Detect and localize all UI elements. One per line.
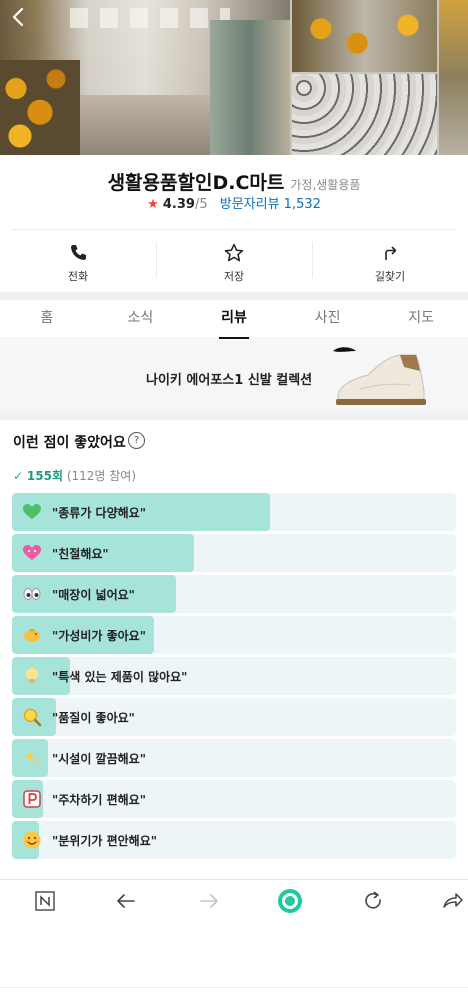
naver-n-icon[interactable] — [32, 888, 58, 914]
keyword-text: "분위기가 편안해요" — [52, 834, 158, 848]
store-photo-edge[interactable] — [439, 0, 468, 155]
likes-title: 이런 점이 좋았어요 — [13, 435, 126, 451]
call-label: 전화 — [67, 270, 89, 283]
rating-score: 4.39 — [162, 197, 195, 212]
home-circle-icon[interactable] — [277, 888, 303, 914]
keyword-text: "매장이 넓어요" — [52, 588, 135, 602]
keyword-text: "주차하기 편해요" — [52, 793, 146, 807]
place-category: 가정,생활용품 — [290, 178, 361, 192]
star-icon: ★ — [147, 197, 159, 212]
save-label: 저장 — [223, 270, 245, 283]
rating-max: /5 — [194, 197, 208, 212]
store-photo-sunflowers[interactable] — [292, 0, 437, 72]
nike-swoosh-icon — [333, 347, 356, 352]
keyword-item[interactable]: "매장이 넓어요" — [12, 575, 456, 613]
participants-count: (112명 참여) — [66, 469, 137, 483]
section-gap — [0, 412, 468, 420]
place-title-row: 생활용품할인D.C마트 가정,생활용품 — [0, 168, 468, 195]
smile-face-icon — [22, 830, 42, 850]
back-arrow-icon[interactable] — [113, 888, 139, 914]
store-photo-main[interactable] — [0, 0, 290, 155]
tab-map[interactable]: 지도 — [374, 300, 468, 338]
magnifier-icon — [22, 707, 42, 727]
keyword-text: "종류가 다양해요" — [52, 506, 146, 520]
tab-home[interactable]: 홈 — [0, 300, 94, 338]
browser-toolbar — [0, 879, 468, 922]
lightbulb-icon — [22, 666, 42, 686]
keyword-text: "가성비가 좋아요" — [52, 629, 146, 643]
keyword-item[interactable]: "주차하기 편해요" — [12, 780, 456, 818]
keyword-item[interactable]: "시설이 깔끔해요" — [12, 739, 456, 777]
ad-text: 나이키 에어포스1 신발 컬렉션 — [146, 373, 313, 388]
phone-icon — [71, 245, 86, 260]
sneaker-image — [333, 347, 426, 405]
parking-icon — [22, 789, 42, 809]
directions-icon — [385, 246, 397, 260]
green-heart-icon — [22, 502, 42, 522]
keyword-item[interactable]: "분위기가 편안해요" — [12, 821, 456, 859]
bottom-blank-area — [0, 921, 468, 1003]
save-button[interactable]: 저장 — [156, 234, 312, 292]
star-outline-icon — [224, 243, 244, 262]
store-photo-clocks[interactable] — [292, 74, 437, 155]
tab-news[interactable]: 소식 — [94, 300, 188, 338]
refresh-icon[interactable] — [360, 888, 386, 914]
photo-gallery[interactable] — [0, 0, 468, 155]
action-bar: 전화 저장 길찾기 — [0, 234, 468, 292]
keyword-item[interactable]: "특색 있는 제품이 많아요" — [12, 657, 456, 695]
share-icon[interactable] — [440, 888, 466, 914]
place-name: 생활용품할인D.C마트 — [107, 172, 285, 194]
keyword-text: "품질이 좋아요" — [52, 711, 135, 725]
likes-count: 155회 — [26, 469, 63, 483]
keyword-text: "시설이 깔끔해요" — [52, 752, 146, 766]
eyes-icon — [22, 584, 42, 604]
rating-row: ★ 4.39/5 방문자리뷰 1,532 — [0, 193, 468, 212]
divider — [12, 229, 456, 230]
keyword-item[interactable]: "가성비가 좋아요" — [12, 616, 456, 654]
visitor-reviews-link[interactable]: 방문자리뷰 1,532 — [220, 197, 321, 212]
keyword-text: "친절해요" — [52, 547, 109, 561]
back-arrow-icon[interactable] — [6, 6, 32, 32]
forward-arrow-icon[interactable] — [196, 888, 222, 914]
section-gap — [0, 292, 468, 300]
call-button[interactable]: 전화 — [0, 234, 156, 292]
keyword-text: "특색 있는 제품이 많아요" — [52, 670, 188, 684]
help-icon[interactable]: ? — [128, 432, 145, 449]
tab-photos[interactable]: 사진 — [281, 300, 375, 338]
check-icon: ✓ — [13, 469, 24, 483]
directions-label: 길찾기 — [374, 270, 406, 283]
piggy-bank-icon — [22, 625, 42, 645]
keyword-item[interactable]: "친절해요" — [12, 534, 456, 572]
tab-reviews[interactable]: 리뷰 — [187, 300, 281, 339]
pink-heart-icon — [22, 543, 42, 563]
tab-bar: 홈 소식 리뷰 사진 지도 — [0, 300, 468, 339]
sparkles-icon — [22, 748, 42, 768]
directions-button[interactable]: 길찾기 — [312, 234, 468, 292]
keyword-item[interactable]: "종류가 다양해요" — [12, 493, 456, 531]
keyword-item[interactable]: "품질이 좋아요" — [12, 698, 456, 736]
likes-summary: ✓ 155회 (112명 참여) — [13, 467, 136, 484]
